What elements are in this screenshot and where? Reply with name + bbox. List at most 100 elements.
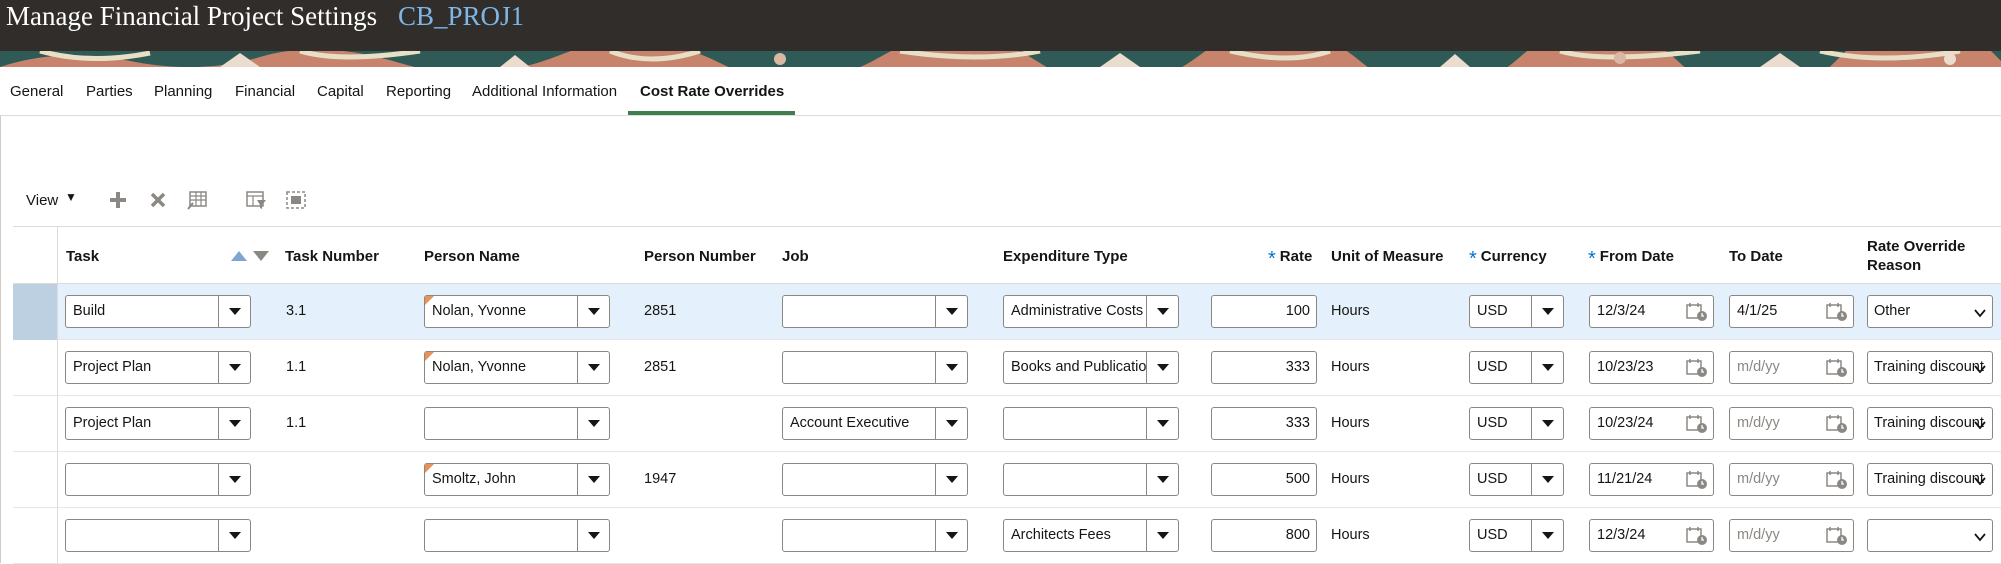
dropdown-button[interactable] [1146, 520, 1178, 551]
row-header[interactable] [13, 340, 58, 396]
job-combobox[interactable] [782, 463, 968, 496]
table-row[interactable]: Smoltz, John 1947 500 Hours USD 11/21/24 m/d/y… [13, 452, 2001, 508]
task-combobox[interactable]: Build [65, 295, 251, 328]
person-name-combobox[interactable]: Nolan, Yvonne [424, 351, 610, 384]
calendar-icon[interactable] [1686, 302, 1708, 322]
column-header-rate[interactable]: * Rate [1268, 227, 1312, 285]
task-combobox[interactable]: Project Plan [65, 407, 251, 440]
sort-ascending-icon[interactable] [231, 251, 247, 261]
calendar-icon[interactable] [1826, 526, 1848, 546]
person-name-combobox[interactable] [424, 519, 610, 552]
calendar-icon[interactable] [1686, 470, 1708, 490]
edit-columns-icon[interactable] [185, 187, 211, 213]
from-date-input[interactable]: 10/23/24 [1589, 407, 1714, 440]
calendar-icon[interactable] [1826, 470, 1848, 490]
calendar-icon[interactable] [1826, 414, 1848, 434]
column-header-person-number[interactable]: Person Number [644, 227, 756, 285]
currency-combobox[interactable]: USD [1469, 463, 1564, 496]
to-date-input[interactable]: m/d/yy [1729, 519, 1854, 552]
currency-combobox[interactable]: USD [1469, 519, 1564, 552]
dropdown-button[interactable] [935, 296, 967, 327]
detach-icon[interactable] [283, 187, 309, 213]
tab-financial[interactable]: Financial [235, 83, 295, 100]
row-header[interactable] [13, 396, 58, 452]
tab-cost-rate-overrides[interactable]: Cost Rate Overrides [640, 83, 784, 100]
dropdown-button[interactable] [1146, 352, 1178, 383]
to-date-input[interactable]: 4/1/25 [1729, 295, 1854, 328]
column-header-unit-of-measure[interactable]: Unit of Measure [1331, 227, 1444, 285]
person-name-combobox[interactable]: Nolan, Yvonne [424, 295, 610, 328]
tab-planning[interactable]: Planning [154, 83, 212, 100]
dropdown-button[interactable] [1531, 520, 1563, 551]
query-by-example-icon[interactable] [243, 187, 269, 213]
rate-override-reason-select[interactable]: Training discount [1867, 407, 1993, 440]
rate-input[interactable]: 500 [1211, 463, 1317, 496]
sort-descending-icon[interactable] [253, 251, 269, 261]
column-header-rate-override-reason[interactable]: Rate Override Reason [1867, 227, 1965, 285]
expenditure-type-combobox[interactable]: Books and Publications [1003, 351, 1179, 384]
from-date-input[interactable]: 11/21/24 [1589, 463, 1714, 496]
dropdown-button[interactable] [577, 352, 609, 383]
to-date-input[interactable]: m/d/yy [1729, 351, 1854, 384]
table-row[interactable]: Project Plan 1.1 Account Executive 333 Hours… [13, 396, 2001, 452]
column-header-from-date[interactable]: * From Date [1588, 227, 1674, 285]
table-row[interactable]: Build 3.1 Nolan, Yvonne 2851 Administrative … [13, 284, 2001, 340]
column-header-expenditure-type[interactable]: Expenditure Type [1003, 227, 1128, 285]
dropdown-button[interactable] [935, 408, 967, 439]
rate-override-reason-select[interactable]: Other [1867, 295, 1993, 328]
job-combobox[interactable] [782, 295, 968, 328]
job-combobox[interactable]: Account Executive [782, 407, 968, 440]
task-combobox[interactable] [65, 463, 251, 496]
job-combobox[interactable] [782, 351, 968, 384]
to-date-input[interactable]: m/d/yy [1729, 463, 1854, 496]
dropdown-button[interactable] [1146, 296, 1178, 327]
person-name-combobox[interactable] [424, 407, 610, 440]
dropdown-button[interactable] [1531, 408, 1563, 439]
rate-override-reason-select[interactable] [1867, 519, 1993, 552]
delete-icon[interactable] [145, 187, 171, 213]
dropdown-button[interactable] [1531, 464, 1563, 495]
dropdown-button[interactable] [218, 408, 250, 439]
dropdown-button[interactable] [577, 520, 609, 551]
row-header[interactable] [13, 452, 58, 508]
calendar-icon[interactable] [1686, 414, 1708, 434]
currency-combobox[interactable]: USD [1469, 295, 1564, 328]
dropdown-button[interactable] [218, 352, 250, 383]
dropdown-button[interactable] [218, 464, 250, 495]
tab-general[interactable]: General [10, 83, 63, 100]
currency-combobox[interactable]: USD [1469, 351, 1564, 384]
row-header[interactable] [13, 508, 58, 564]
calendar-icon[interactable] [1686, 358, 1708, 378]
rate-override-reason-select[interactable]: Training discount [1867, 351, 1993, 384]
tab-additional-information[interactable]: Additional Information [472, 83, 617, 100]
calendar-icon[interactable] [1686, 526, 1708, 546]
expenditure-type-combobox[interactable] [1003, 463, 1179, 496]
dropdown-button[interactable] [577, 296, 609, 327]
expenditure-type-combobox[interactable]: Architects Fees [1003, 519, 1179, 552]
table-row[interactable]: Architects Fees 800 Hours USD 12/3/24 m/d/yy [13, 508, 2001, 564]
tab-capital[interactable]: Capital [317, 83, 364, 100]
job-combobox[interactable] [782, 519, 968, 552]
view-menu[interactable]: View [26, 192, 58, 209]
row-header[interactable] [13, 284, 58, 340]
task-combobox[interactable]: Project Plan [65, 351, 251, 384]
view-menu-caret-icon[interactable]: ▼ [65, 190, 77, 204]
rate-input[interactable]: 333 [1211, 351, 1317, 384]
dropdown-button[interactable] [1146, 464, 1178, 495]
calendar-icon[interactable] [1826, 302, 1848, 322]
tab-reporting[interactable]: Reporting [386, 83, 451, 100]
rate-input[interactable]: 100 [1211, 295, 1317, 328]
dropdown-button[interactable] [935, 464, 967, 495]
dropdown-button[interactable] [577, 408, 609, 439]
rate-input[interactable]: 800 [1211, 519, 1317, 552]
rate-input[interactable]: 333 [1211, 407, 1317, 440]
task-combobox[interactable] [65, 519, 251, 552]
from-date-input[interactable]: 12/3/24 [1589, 519, 1714, 552]
column-header-job[interactable]: Job [782, 227, 809, 285]
tab-parties[interactable]: Parties [86, 83, 133, 100]
add-icon[interactable] [105, 187, 131, 213]
expenditure-type-combobox[interactable] [1003, 407, 1179, 440]
column-header-task-number[interactable]: Task Number [285, 227, 379, 285]
dropdown-button[interactable] [218, 520, 250, 551]
from-date-input[interactable]: 12/3/24 [1589, 295, 1714, 328]
